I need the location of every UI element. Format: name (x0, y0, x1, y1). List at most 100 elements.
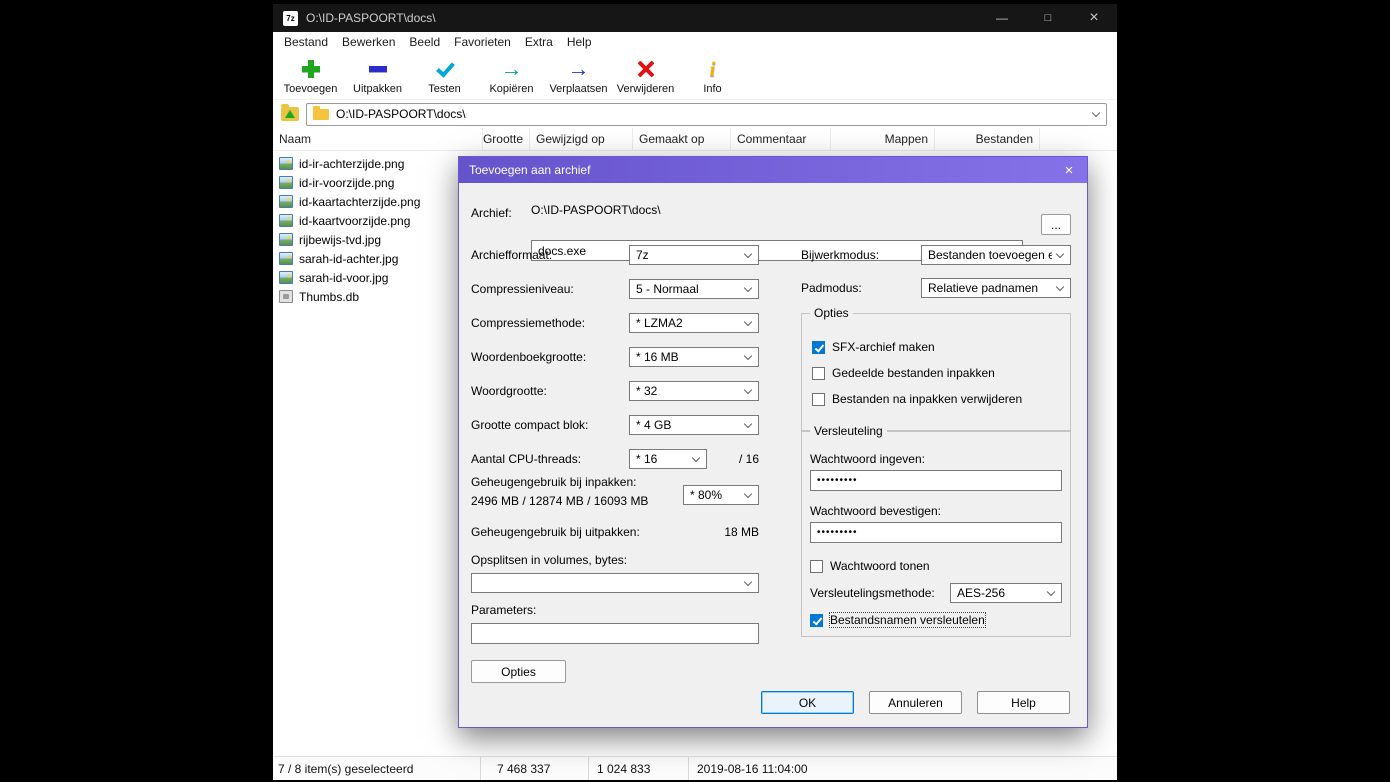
chevron-down-icon[interactable] (1091, 108, 1101, 118)
test-checkmark-icon (435, 61, 455, 77)
image-file-icon (279, 176, 293, 189)
chevron-down-icon (743, 577, 753, 587)
menu-help[interactable]: Help (560, 33, 599, 51)
chevron-down-icon (1046, 587, 1056, 597)
checkbox-unchecked-icon (812, 392, 825, 406)
dictionary-size-row: Woordenboekgrootte: * 16 MB (471, 347, 759, 367)
column-header-grootte[interactable]: Grootte (483, 128, 530, 150)
word-size-row: Woordgrootte: * 32 (471, 381, 759, 401)
address-combobox[interactable]: O:\ID-PASPOORT\docs\ (306, 102, 1107, 126)
window-titlebar: 7z O:\ID-PASPOORT\docs\ — □ × (273, 4, 1117, 32)
word-size-select[interactable]: * 32 (629, 381, 759, 401)
add-to-archive-dialog: Toevoegen aan archief × Archief: O:\ID-P… (458, 156, 1088, 728)
archive-path: O:\ID-PASPOORT\docs\ (531, 203, 661, 217)
update-mode-select[interactable]: Bestanden toevoegen en vervangen (921, 245, 1071, 265)
parameters-input[interactable] (471, 623, 759, 644)
checkbox-checked-icon (812, 340, 825, 354)
archive-format-row: Archiefformaat: 7z (471, 245, 759, 265)
shared-files-checkbox[interactable]: Gedeelde bestanden inpakken (812, 364, 1060, 382)
status-bar: 7 / 8 item(s) geselecteerd 7 468 337 1 0… (273, 756, 1117, 780)
memory-usage-select[interactable]: * 80% (683, 485, 759, 505)
path-mode-row: Padmodus: Relatieve padnamen (801, 278, 1071, 298)
solid-block-size-row: Grootte compact blok: * 4 GB (471, 415, 759, 435)
split-volumes-label: Opsplitsen in volumes, bytes: (471, 553, 628, 567)
show-password-checkbox[interactable]: Wachtwoord tonen (810, 557, 1062, 575)
password-confirm-label: Wachtwoord bevestigen: (810, 504, 941, 518)
archive-format-select[interactable]: 7z (629, 245, 759, 265)
dialog-close-icon[interactable]: × (1051, 157, 1087, 183)
window-controls: — □ × (979, 4, 1117, 32)
toolbar-copy-button[interactable]: → Kopiëren (478, 56, 545, 96)
dictionary-size-select[interactable]: * 16 MB (629, 347, 759, 367)
chevron-down-icon (743, 385, 753, 395)
column-header-commentaar[interactable]: Commentaar (731, 128, 831, 150)
encryption-group-legend: Versleuteling (810, 424, 887, 438)
address-bar: O:\ID-PASPOORT\docs\ (273, 100, 1117, 128)
options-button[interactable]: Opties (471, 660, 566, 683)
chevron-down-icon (1055, 282, 1065, 292)
toolbar-info-button[interactable]: i Info (679, 56, 746, 96)
checkbox-unchecked-icon (810, 559, 823, 573)
column-header-naam[interactable]: Naam (273, 128, 483, 150)
toolbar-move-button[interactable]: → Verplaatsen (545, 57, 612, 96)
cpu-threads-row: Aantal CPU-threads: * 16 / 16 (471, 449, 759, 469)
menu-favorieten[interactable]: Favorieten (447, 33, 518, 51)
sfx-archive-checkbox[interactable]: SFX-archief maken (812, 338, 1060, 356)
cpu-threads-max: / 16 (738, 452, 759, 466)
image-file-icon (279, 214, 293, 227)
column-header-mappen[interactable]: Mappen (831, 128, 935, 150)
compression-level-select[interactable]: 5 - Normaal (629, 279, 759, 299)
toolbar-extract-button[interactable]: Uitpakken (344, 57, 411, 95)
options-group-legend: Opties (810, 306, 853, 320)
minimize-button[interactable]: — (979, 4, 1025, 32)
checkbox-checked-icon (810, 613, 823, 627)
copy-arrow-icon: → (500, 56, 523, 81)
status-selection: 7 / 8 item(s) geselecteerd (273, 757, 481, 780)
column-header-bestanden[interactable]: Bestanden (935, 128, 1040, 150)
menu-bestand[interactable]: Bestand (277, 33, 335, 51)
desktop-background: 7z O:\ID-PASPOORT\docs\ — □ × Bestand Be… (0, 0, 1390, 782)
toolbar-test-button[interactable]: Testen (411, 57, 478, 95)
toolbar-delete-button[interactable]: Verwijderen (612, 57, 679, 95)
help-button[interactable]: Help (977, 691, 1070, 714)
password-confirm-input[interactable]: ••••••••• (810, 522, 1062, 543)
password-enter-input[interactable]: ••••••••• (810, 470, 1062, 491)
7zip-app-icon: 7z (283, 10, 298, 26)
column-header-filler (1040, 128, 1117, 150)
archive-label: Archief: (471, 206, 512, 220)
encryption-group: Versleuteling Wachtwoord ingeven: ••••••… (801, 424, 1071, 637)
compression-method-row: Compressiemethode: * LZMA2 (471, 313, 759, 333)
solid-block-size-select[interactable]: * 4 GB (629, 415, 759, 435)
menu-extra[interactable]: Extra (518, 33, 560, 51)
memory-usage-unpack-row: Geheugengebruik bij uitpakken: 18 MB (471, 525, 759, 541)
cpu-threads-select[interactable]: * 16 (629, 449, 707, 469)
delete-after-compress-checkbox[interactable]: Bestanden na inpakken verwijderen (812, 390, 1060, 408)
chevron-down-icon (743, 419, 753, 429)
info-icon: i (709, 56, 716, 81)
file-list-header: Naam Grootte Gewijzigd op Gemaakt op Com… (273, 128, 1117, 151)
chevron-down-icon (743, 351, 753, 361)
encrypt-filenames-checkbox[interactable]: Bestandsnamen versleutelen (810, 611, 1062, 629)
image-file-icon (279, 252, 293, 265)
image-file-icon (279, 195, 293, 208)
menu-beeld[interactable]: Beeld (402, 33, 447, 51)
split-volumes-combobox[interactable] (471, 573, 759, 593)
menu-bewerken[interactable]: Bewerken (335, 33, 402, 51)
browse-button[interactable]: ... (1041, 214, 1071, 235)
close-button[interactable]: × (1071, 4, 1117, 32)
maximize-button[interactable]: □ (1025, 4, 1071, 32)
memory-unpack-label: Geheugengebruik bij uitpakken: (471, 525, 640, 539)
cancel-button[interactable]: Annuleren (869, 691, 962, 714)
dialog-title: Toevoegen aan archief (469, 163, 591, 177)
folder-up-icon[interactable] (281, 104, 299, 121)
extract-minus-icon (368, 66, 387, 72)
ok-button[interactable]: OK (761, 691, 854, 714)
toolbar-add-button[interactable]: Toevoegen (277, 57, 344, 95)
compression-method-select[interactable]: * LZMA2 (629, 313, 759, 333)
column-header-gemaakt-op[interactable]: Gemaakt op (633, 128, 731, 150)
chevron-down-icon (743, 317, 753, 327)
column-header-gewijzigd-op[interactable]: Gewijzigd op (530, 128, 633, 150)
options-group: Opties SFX-archief maken Gedeelde bestan… (801, 306, 1071, 431)
path-mode-select[interactable]: Relatieve padnamen (921, 278, 1071, 298)
encryption-method-select[interactable]: AES-256 (950, 583, 1062, 603)
